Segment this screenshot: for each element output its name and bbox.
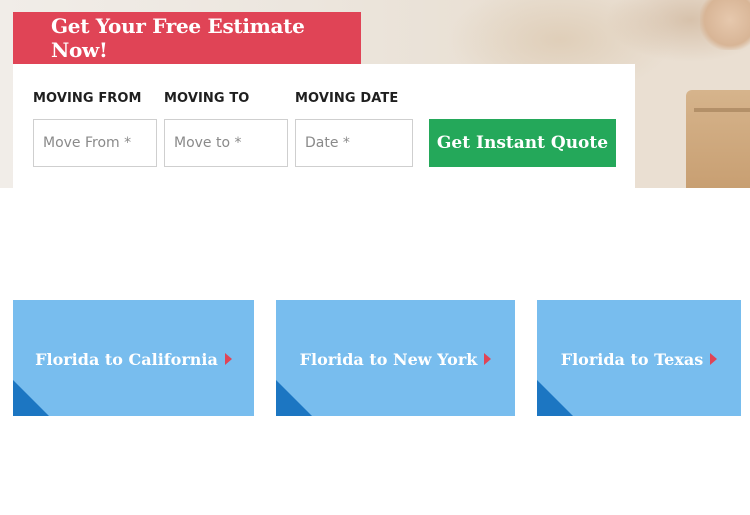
moving-to-label: MOVING TO (164, 91, 250, 106)
route-label-group: Florida to California (35, 350, 232, 369)
card-corner-decoration (537, 380, 573, 416)
get-instant-quote-button[interactable]: Get Instant Quote (429, 119, 616, 167)
hero-photo-box (686, 90, 750, 188)
hero-photo-hand (700, 0, 750, 50)
move-from-input[interactable] (33, 119, 157, 167)
moving-date-label: MOVING DATE (295, 91, 399, 106)
card-corner-decoration (276, 380, 312, 416)
route-label: Florida to New York (299, 349, 478, 369)
estimate-tab: Get Your Free Estimate Now! (13, 12, 361, 64)
route-card-florida-new-york[interactable]: Florida to New York (276, 300, 515, 416)
chevron-right-icon (710, 353, 718, 365)
quote-form: MOVING FROM MOVING TO MOVING DATE Get In… (13, 64, 635, 188)
route-label-group: Florida to New York (300, 350, 492, 369)
route-label-group: Florida to Texas (561, 350, 718, 369)
move-to-input[interactable] (164, 119, 288, 167)
moving-from-label: MOVING FROM (33, 91, 142, 106)
chevron-right-icon (224, 353, 232, 365)
date-input[interactable] (295, 119, 413, 167)
route-label: Florida to California (35, 349, 218, 369)
card-corner-decoration (13, 380, 49, 416)
route-card-florida-california[interactable]: Florida to California (13, 300, 254, 416)
route-label: Florida to Texas (560, 349, 704, 369)
chevron-right-icon (484, 353, 492, 365)
estimate-tab-title: Get Your Free Estimate Now! (51, 14, 305, 62)
route-card-florida-texas[interactable]: Florida to Texas (537, 300, 741, 416)
